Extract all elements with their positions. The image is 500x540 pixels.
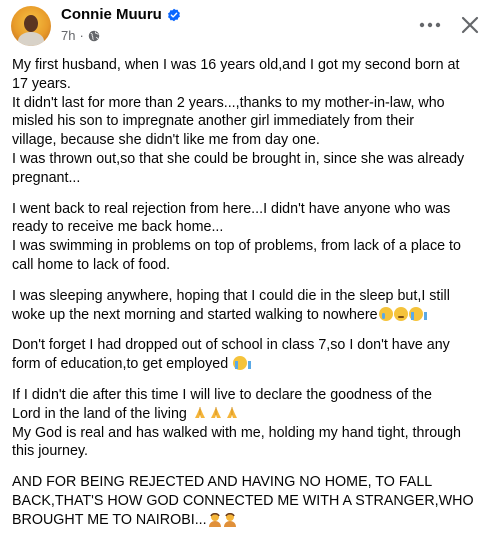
paragraph-1: My first husband, when I was 16 years ol… [12, 56, 490, 188]
text-line: Lord in the land of the living [12, 405, 187, 422]
post-header: Connie Muuru 7h · [0, 0, 500, 52]
text-line: I was sleeping anywhere, hoping that I c… [12, 287, 450, 304]
text-line: AND FOR BEING REJECTED AND HAVING NO HOM… [12, 474, 433, 491]
text-line: pregnant... [12, 169, 81, 186]
paragraph-5: If I didn't die after this time I will l… [12, 386, 490, 461]
paragraph-6: AND FOR BEING REJECTED AND HAVING NO HOM… [12, 473, 490, 529]
avatar-body [18, 32, 44, 46]
disappointed-face-emoji-icon [393, 306, 408, 321]
text-line: woke up the next morning and started wal… [12, 306, 378, 323]
post-text: My first husband, when I was 16 years ol… [12, 56, 490, 540]
text-line: this journey. [12, 443, 89, 460]
more-options-icon [419, 22, 441, 28]
text-line: form of education,to get employed [12, 356, 229, 373]
paragraph-3: I was sleeping anywhere, hoping that I c… [12, 287, 490, 325]
timestamp[interactable]: 7h [61, 28, 75, 43]
author-row: Connie Muuru [61, 6, 181, 23]
avatar[interactable] [11, 6, 51, 46]
paragraph-2: I went back to real rejection from here.… [12, 200, 490, 275]
globe-icon [88, 30, 100, 41]
text-line: My God is real and has walked with me, h… [12, 424, 462, 441]
text-line-with-emoji: form of education,to get employed [12, 355, 490, 374]
text-line: call home to lack of food. [12, 256, 171, 273]
text-line: BACK,THAT'S HOW GOD CONNECTED ME WITH A … [12, 492, 474, 509]
sobbing-face-emoji-icon [233, 356, 252, 371]
praying-hands-emoji-icon [210, 406, 221, 418]
text-line: Don't forget I had dropped out of school… [12, 337, 450, 354]
text-line: If I didn't die after this time I will l… [12, 386, 432, 403]
crying-face-emoji-icon [378, 306, 393, 321]
text-line: My first husband, when I was 16 years ol… [12, 57, 460, 73]
paragraph-4: Don't forget I had dropped out of school… [12, 336, 490, 374]
praying-hands-emoji-icon [194, 406, 205, 418]
more-options-button[interactable] [413, 12, 447, 38]
sobbing-face-emoji-icon [408, 306, 427, 321]
woman-facepalming-emoji-icon [223, 512, 236, 527]
text-line: I went back to real rejection from here.… [12, 200, 451, 217]
meta-separator: · [79, 28, 84, 43]
praying-hands-emoji-icon [226, 406, 237, 418]
text-line: village, because she didn't like me from… [12, 132, 320, 149]
text-line: I was thrown out,so that she could be br… [12, 150, 465, 167]
text-line-with-emoji: woke up the next morning and started wal… [12, 306, 490, 325]
avatar-face [24, 15, 38, 32]
text-line: 17 years. [12, 75, 71, 92]
text-line-with-emoji: Lord in the land of the living [12, 405, 490, 424]
author-name[interactable]: Connie Muuru [61, 6, 162, 23]
text-line: BROUGHT ME TO NAIROBI... [12, 511, 207, 528]
woman-facepalming-emoji-icon [208, 512, 221, 527]
text-line-with-emoji: BROUGHT ME TO NAIROBI... [12, 511, 490, 530]
verified-badge-icon [167, 8, 180, 21]
close-button[interactable] [455, 10, 485, 40]
text-line: I was swimming in problems on top of pro… [12, 238, 461, 255]
text-line: misled his son to impregnate another gir… [12, 113, 415, 130]
post-meta: 7h · [61, 28, 100, 43]
text-line: ready to receive me back home... [12, 219, 224, 236]
text-line: It didn't last for more than 2 years...,… [12, 94, 445, 111]
close-icon [461, 16, 479, 34]
